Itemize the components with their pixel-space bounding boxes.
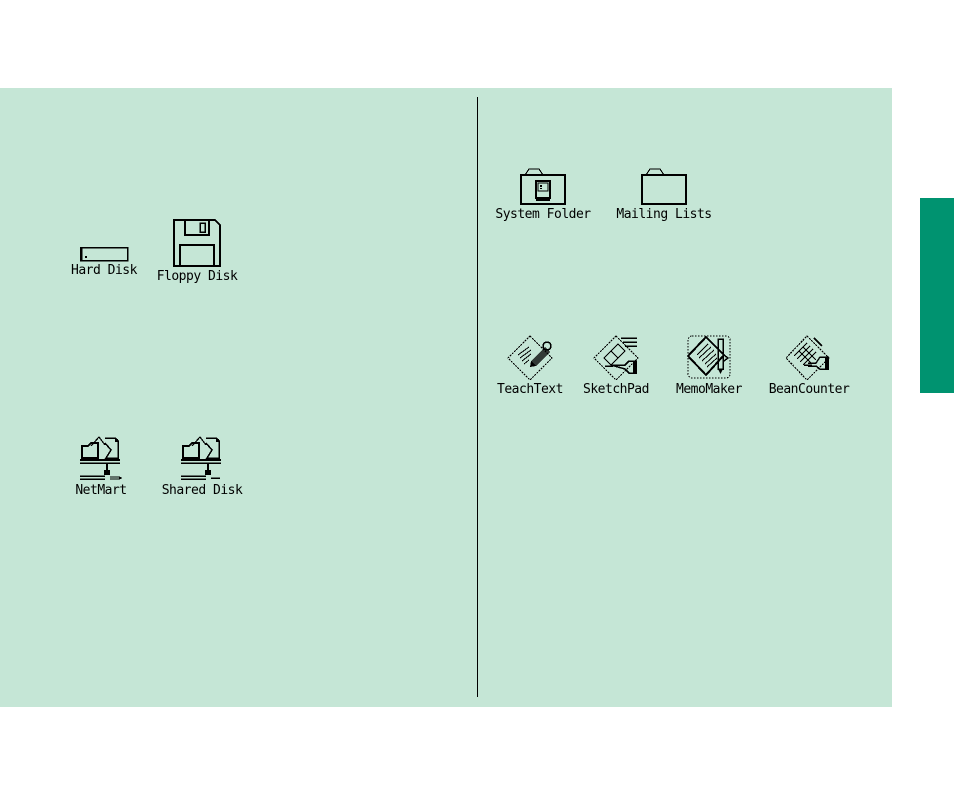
floppy-disk-label: Floppy Disk <box>156 269 238 284</box>
system-folder-icon <box>520 168 566 205</box>
memomaker-app-icon <box>686 335 731 379</box>
netmart-label: NetMart <box>75 483 127 498</box>
memomaker-app[interactable]: MemoMaker <box>667 333 751 397</box>
floppy-disk-icon <box>173 219 221 267</box>
network-volume-icon <box>80 436 123 480</box>
network-volume-icon <box>181 436 221 480</box>
hard-disk-icon <box>79 246 129 262</box>
teachtext-label: TeachText <box>497 382 563 397</box>
sketchpad-app[interactable]: SketchPad <box>578 333 654 397</box>
hard-disk[interactable]: Hard Disk <box>70 246 138 278</box>
floppy-disk[interactable]: Floppy Disk <box>156 218 238 284</box>
beancounter-label: BeanCounter <box>768 382 850 397</box>
netmart-volume[interactable]: NetMart <box>68 436 134 498</box>
beancounter-app[interactable]: BeanCounter <box>764 333 854 397</box>
side-tab[interactable] <box>920 198 954 393</box>
mailing-lists-label: Mailing Lists <box>616 207 712 222</box>
sketchpad-app-icon <box>593 335 639 381</box>
memomaker-label: MemoMaker <box>676 382 742 397</box>
system-folder-label: System Folder <box>495 207 591 222</box>
pane-divider <box>477 97 478 697</box>
sketchpad-label: SketchPad <box>583 382 649 397</box>
beancounter-app-icon <box>785 335 830 381</box>
system-folder[interactable]: System Folder <box>492 166 594 222</box>
shared-disk-volume[interactable]: Shared Disk <box>160 436 244 498</box>
folder-icon <box>641 168 687 205</box>
mailing-lists-folder[interactable]: Mailing Lists <box>616 166 712 222</box>
teachtext-app-icon <box>507 335 553 381</box>
shared-disk-label: Shared Disk <box>161 483 243 498</box>
desktop-left-area <box>0 88 892 707</box>
teachtext-app[interactable]: TeachText <box>494 333 566 397</box>
hard-disk-label: Hard Disk <box>71 263 137 278</box>
